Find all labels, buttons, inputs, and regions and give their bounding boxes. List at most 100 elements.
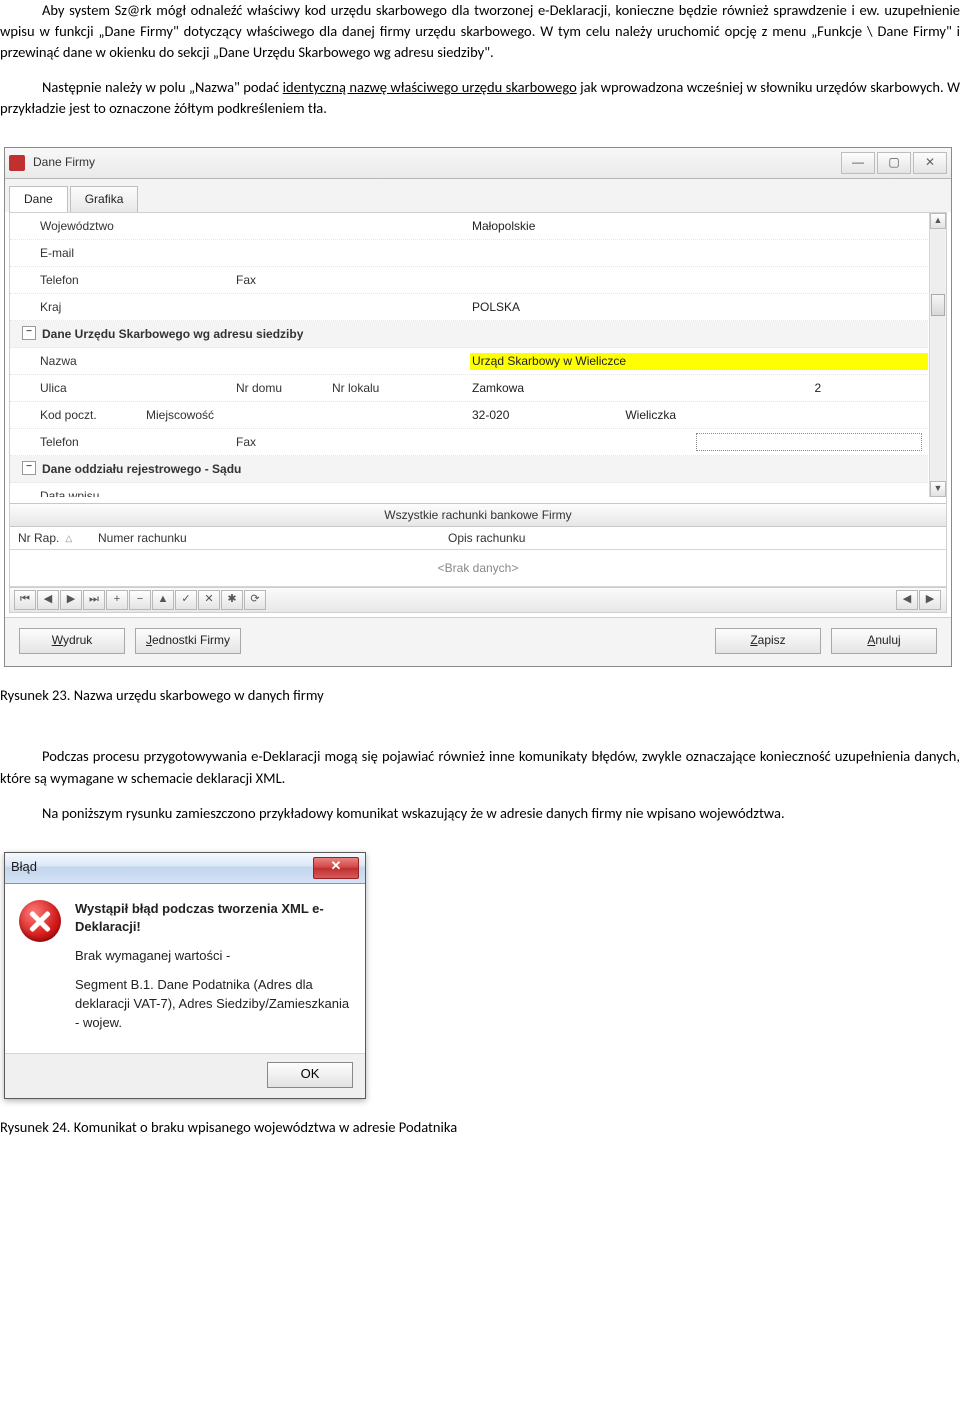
row-email: E-mail (10, 240, 928, 267)
label-kraj: Kraj (40, 299, 61, 316)
paragraph-4: Na poniższym rysunku zamieszczono przykł… (0, 803, 960, 824)
error-line-3: Segment B.1. Dane Podatnika (Adres dla d… (75, 976, 351, 1033)
label-email: E-mail (40, 245, 74, 262)
bank-empty: <Brak danych> (10, 550, 946, 587)
tab-grafika[interactable]: Grafika (70, 186, 139, 213)
window-dane-firmy: Dane Firmy — ▢ ✕ Dane Grafika Województw… (4, 147, 952, 667)
scroll-down-icon[interactable]: ▼ (930, 481, 946, 497)
record-navbar: ⏮ ◀ ▶ ⏭ + − ▲ ✓ ✕ ✱ ⟳ ◀ ▶ (10, 587, 946, 612)
collapse-icon[interactable]: − (22, 326, 36, 340)
nav-scroll-left[interactable]: ◀ (896, 590, 918, 610)
nav-post[interactable]: ✓ (175, 590, 197, 610)
scroll-up-icon[interactable]: ▲ (930, 213, 946, 229)
group-urzad-skarbowy[interactable]: −Dane Urzędu Skarbowego wg adresu siedzi… (10, 321, 928, 348)
minimize-button[interactable]: — (841, 152, 875, 174)
nav-scroll-right[interactable]: ▶ (919, 590, 941, 610)
value-kraj[interactable]: POLSKA (470, 299, 928, 316)
label-telefon: Telefon (40, 272, 230, 289)
ok-button[interactable]: OK (267, 1062, 353, 1088)
value-kod-poczt[interactable]: 32-020 (470, 407, 623, 424)
paragraph-2: Następnie należy w polu „Nazwa" podać id… (0, 77, 960, 119)
bank-section-header: Wszystkie rachunki bankowe Firmy (10, 503, 946, 527)
titlebar: Dane Firmy — ▢ ✕ (5, 148, 951, 179)
nav-bookmark[interactable]: ✱ (221, 590, 243, 610)
close-button[interactable]: ✕ (913, 152, 947, 174)
figure-caption-23: Rysunek 23. Nazwa urzędu skarbowego w da… (0, 685, 960, 706)
scrollbar[interactable]: ▲ ▼ (929, 213, 946, 497)
tab-dane[interactable]: Dane (9, 186, 68, 213)
nav-remove[interactable]: − (129, 590, 151, 610)
value-wojewodztwo[interactable]: Małopolskie (470, 218, 928, 235)
error-dialog: Błąd ✕ Wystąpił błąd podczas tworzenia X… (4, 852, 366, 1099)
label-ulica: Ulica (40, 380, 230, 397)
figure-dane-firmy: Dane Firmy — ▢ ✕ Dane Grafika Województw… (4, 147, 960, 667)
window-title: Dane Firmy (33, 154, 95, 171)
nav-refresh[interactable]: ⟳ (244, 590, 266, 610)
value-miejscowosc[interactable]: Wieliczka (623, 407, 928, 424)
label-kod-poczt: Kod poczt. (40, 407, 140, 424)
nav-next[interactable]: ▶ (60, 590, 82, 610)
zapisz-button[interactable]: Zapisz (715, 628, 821, 654)
dialog-body: Wystąpił błąd podczas tworzenia XML e-De… (5, 884, 365, 1053)
sort-asc-icon: △ (65, 532, 72, 545)
jednostki-firmy-button[interactable]: Jednostki Firmy (135, 628, 241, 654)
row-kod-miejsc: Kod poczt. Miejscowość 32-020 Wieliczka (10, 402, 928, 429)
row-telefon-fax-2: Telefon Fax (10, 429, 928, 456)
figure-caption-24: Rysunek 24. Komunikat o braku wpisanego … (0, 1117, 960, 1138)
col-numer-rachunku[interactable]: Numer rachunku (98, 530, 448, 547)
bank-columns: Nr Rap.△ Numer rachunku Opis rachunku (10, 527, 946, 550)
row-telefon-fax: Telefon Fax (10, 267, 928, 294)
dialog-title: Błąd (11, 858, 37, 877)
col-nr-rap[interactable]: Nr Rap.△ (10, 530, 98, 547)
row-nazwa: Nazwa Urząd Skarbowy w Wieliczce (10, 348, 928, 375)
label-nazwa: Nazwa (40, 353, 77, 370)
tab-body: Województwo Małopolskie E-mail Telefon F… (9, 212, 947, 613)
wydruk-button[interactable]: Wydruk (19, 628, 125, 654)
label-fax-2: Fax (236, 434, 256, 451)
label-telefon-2: Telefon (40, 434, 230, 451)
scroll-thumb[interactable] (931, 294, 945, 316)
figure-error-dialog: Błąd ✕ Wystąpił błąd podczas tworzenia X… (4, 852, 960, 1099)
label-data-wpisu: Data wpisu (40, 488, 99, 498)
nav-last[interactable]: ⏭ (83, 590, 105, 610)
error-line-2: Brak wymaganej wartości - (75, 947, 351, 966)
value-fax-2[interactable] (696, 433, 922, 451)
value-ulica[interactable]: Zamkowa (470, 380, 813, 397)
error-icon (19, 900, 61, 942)
paragraph-1: Aby system Sz@rk mógł odnaleźć właściwy … (0, 0, 960, 63)
p2-underlined: identyczną nazwę właściwego urzędu skarb… (283, 78, 577, 96)
property-panel: Województwo Małopolskie E-mail Telefon F… (10, 213, 946, 497)
scroll-track[interactable] (931, 229, 945, 481)
dialog-titlebar: Błąd ✕ (5, 853, 365, 884)
dialog-footer: OK (5, 1053, 365, 1098)
label-nr-domu: Nr domu (236, 380, 326, 397)
button-row: Wydruk Jednostki Firmy Zapisz Anuluj (5, 617, 951, 666)
error-line-1: Wystąpił błąd podczas tworzenia XML e-De… (75, 900, 351, 938)
value-telefon-2[interactable] (470, 430, 696, 454)
dialog-text: Wystąpił błąd podczas tworzenia XML e-De… (75, 900, 351, 1043)
tabs: Dane Grafika (5, 179, 951, 212)
anuluj-button[interactable]: Anuluj (831, 628, 937, 654)
group-oddzial-sadu[interactable]: −Dane oddziału rejestrowego - Sądu (10, 456, 928, 483)
label-fax: Fax (236, 272, 256, 289)
label-miejscowosc: Miejscowość (146, 407, 214, 424)
collapse-icon-2[interactable]: − (22, 461, 36, 475)
maximize-button[interactable]: ▢ (877, 152, 911, 174)
nav-first[interactable]: ⏮ (14, 590, 36, 610)
paragraph-3: Podczas procesu przygotowywania e-Deklar… (0, 746, 960, 788)
label-nr-lokalu: Nr lokalu (332, 380, 379, 397)
col-opis-rachunku[interactable]: Opis rachunku (448, 530, 946, 547)
group-label-urzad: Dane Urzędu Skarbowego wg adresu siedzib… (42, 326, 303, 343)
value-nr-domu[interactable]: 2 (813, 380, 929, 397)
dialog-close-button[interactable]: ✕ (313, 857, 359, 879)
nav-add[interactable]: + (106, 590, 128, 610)
label-wojewodztwo: Województwo (40, 218, 114, 235)
nav-prev[interactable]: ◀ (37, 590, 59, 610)
nav-edit[interactable]: ▲ (152, 590, 174, 610)
row-wojewodztwo: Województwo Małopolskie (10, 213, 928, 240)
row-kraj: Kraj POLSKA (10, 294, 928, 321)
app-icon (9, 155, 25, 171)
value-nazwa[interactable]: Urząd Skarbowy w Wieliczce (470, 353, 928, 370)
p2-part-a: Następnie należy w polu „Nazwa" podać (42, 78, 283, 96)
nav-cancel[interactable]: ✕ (198, 590, 220, 610)
